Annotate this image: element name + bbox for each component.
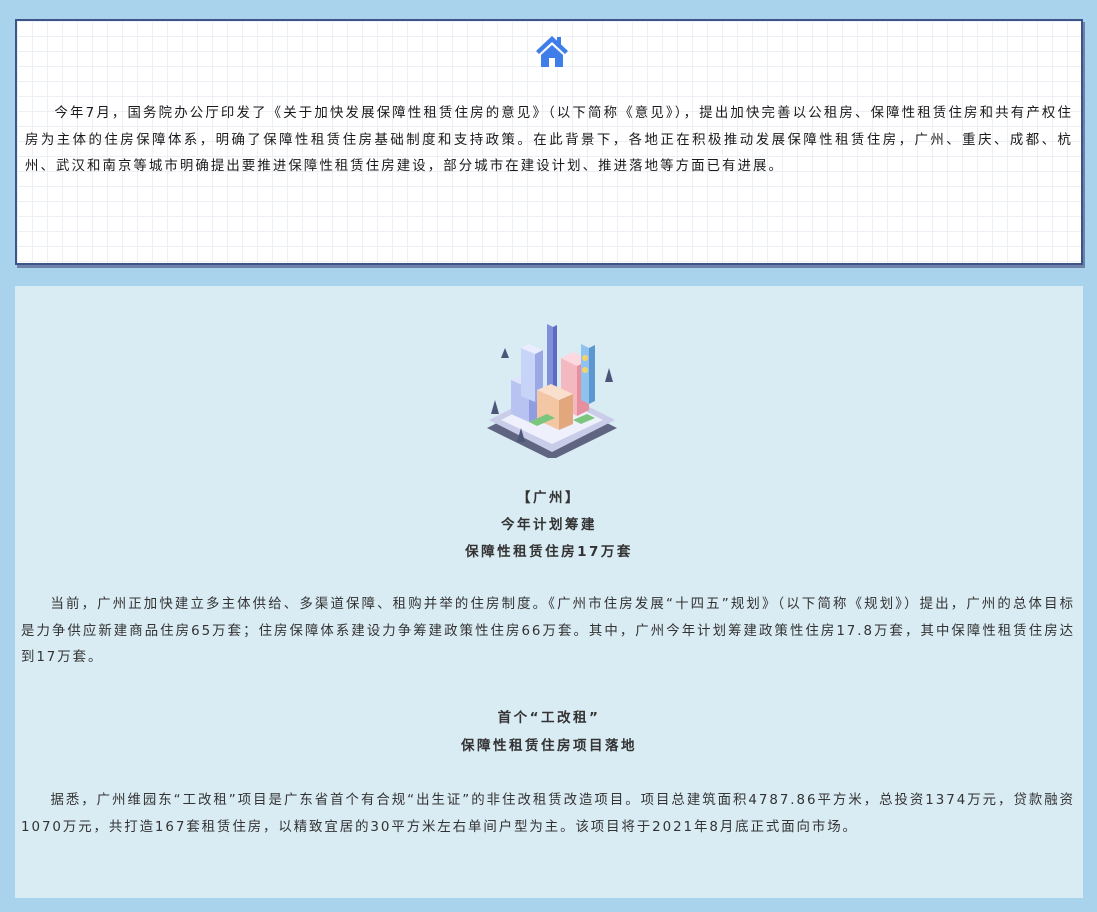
headline-line-1: 今年计划筹建 — [501, 517, 597, 533]
intro-paragraph: 今年7月，国务院办公厅印发了《关于加快发展保障性租赁住房的意见》（以下简称《意见… — [25, 106, 1073, 174]
paragraph-guangzhou-plan: 当前，广州正加快建立多主体供给、多渠道保障、租购并举的住房制度。《广州市住房发展… — [21, 597, 1075, 665]
city-title: 【广州】 — [517, 490, 581, 506]
isometric-city-icon — [487, 324, 617, 458]
intro-card: 今年7月，国务院办公厅印发了《关于加快发展保障性租赁住房的意见》（以下简称《意见… — [15, 19, 1083, 265]
subhead-line-1: 首个“工改租” — [497, 710, 601, 726]
subhead-line-2: 保障性租赁住房项目落地 — [461, 738, 637, 754]
guangzhou-section: 【广州】 今年计划筹建 保障性租赁住房17万套 当前，广州正加快建立多主体供给、… — [15, 286, 1083, 898]
home-icon — [536, 36, 568, 67]
paragraph-weiyuandong-project: 据悉，广州维园东“工改租”项目是广东省首个有合规“出生证”的非住改租赁改造项目。… — [21, 793, 1075, 835]
headline-line-2: 保障性租赁住房17万套 — [465, 544, 633, 560]
